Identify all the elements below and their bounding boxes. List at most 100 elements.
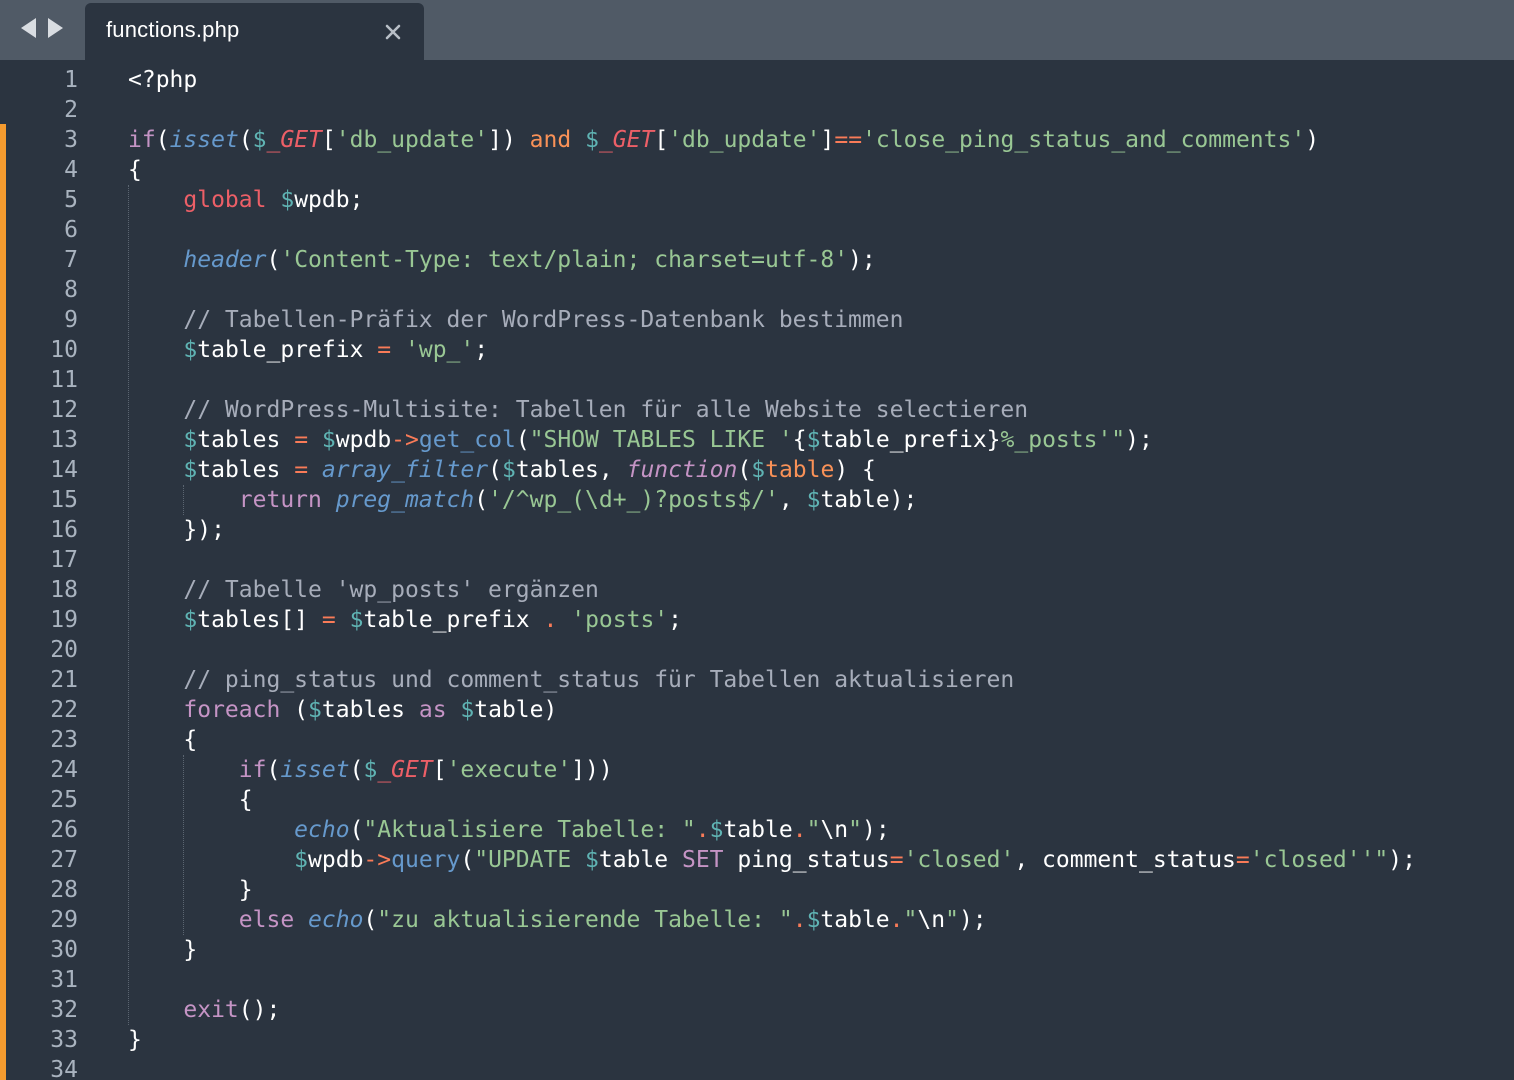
code-token: as [418,697,447,723]
code-token: header [183,247,267,273]
code-token: _GET [377,757,433,783]
code-line[interactable]: 19 $tables[] = $table_prefix . 'posts'; [0,605,1514,635]
code-token: table_prefix [363,607,530,633]
code-text: $tables = $wpdb->get_col("SHOW TABLES LI… [128,425,1152,455]
code-token: array_filter [321,457,489,483]
code-line[interactable]: 17 [0,545,1514,575]
code-line[interactable]: 7 header('Content-Type: text/plain; char… [0,245,1514,275]
code-line[interactable]: 8 [0,275,1514,305]
code-token: table [598,847,669,873]
code-line[interactable]: 6 [0,215,1514,245]
code-token: tables [197,427,281,453]
code-line[interactable]: 22 foreach ($tables as $table) [0,695,1514,725]
code-token: = [1235,847,1250,873]
code-line[interactable]: 3 if(isset($_GET['db_update']) and $_GET[… [0,125,1514,155]
code-line[interactable]: 14 $tables = array_filter($tables, funct… [0,455,1514,485]
code-token: // Tabelle 'wp_posts' ergänzen [183,577,599,603]
navigation-arrows [18,16,70,40]
code-line[interactable]: 24 if(isset($_GET['execute'])) [0,755,1514,785]
code-token: } [238,877,253,903]
code-token: [ [432,757,447,783]
code-line[interactable]: 31 [0,965,1514,995]
code-line[interactable]: 10 $table_prefix = 'wp_'; [0,335,1514,365]
code-text: exit(); [128,995,280,1025]
code-line[interactable]: 15 return preg_match('/^wp_(\d+_)?posts$… [0,485,1514,515]
code-token: table_prefix [820,427,987,453]
code-token: $ [183,427,198,453]
code-line[interactable]: 32 exit(); [0,995,1514,1025]
code-token: foreach [183,697,281,723]
code-line[interactable]: 13 $tables = $wpdb->get_col("SHOW TABLES… [0,425,1514,455]
code-line[interactable]: 2 [0,95,1514,125]
code-line[interactable]: 34 [0,1055,1514,1080]
code-token: ) [1305,127,1320,153]
code-line[interactable]: 29 else echo("zu aktualisierende Tabelle… [0,905,1514,935]
code-token: 'db_update' [668,127,821,153]
code-text: foreach ($tables as $table) [128,695,557,725]
close-icon[interactable] [382,21,404,43]
code-token: -> [391,427,419,453]
tab-functions-php[interactable]: functions.php [85,3,424,60]
code-line[interactable]: 30 } [0,935,1514,965]
code-token: wpdb [308,847,364,873]
code-token: ] [820,127,835,153]
code-token: -> [363,847,392,873]
line-number: 9 [64,307,78,333]
code-token: ) { [834,457,876,483]
code-text: } [128,875,253,905]
code-line[interactable]: 33} [0,1025,1514,1055]
line-number: 13 [50,427,78,453]
code-token: = [294,427,309,453]
code-line[interactable]: 4{ [0,155,1514,185]
code-line[interactable]: 20 [0,635,1514,665]
code-line[interactable]: 12 // WordPress-Multisite: Tabellen für … [0,395,1514,425]
line-number: 31 [50,967,78,993]
code-token: SET [668,847,738,873]
triangle-left-icon[interactable] [18,16,40,40]
code-token: . [695,817,710,843]
line-number: 2 [64,97,78,123]
code-token: tables [321,697,405,723]
line-number: 25 [50,787,78,813]
code-token: } [128,1027,142,1053]
code-token: ; [474,337,489,363]
code-line[interactable]: 27 $wpdb->query("UPDATE $table SET ping_… [0,845,1514,875]
code-text: else echo("zu aktualisierende Tabelle: "… [128,905,987,935]
code-token: ( [238,127,253,153]
code-token: { [183,727,198,753]
code-token: tables[] [197,607,309,633]
code-line[interactable]: 16 }); [0,515,1514,545]
line-number: 11 [50,367,78,393]
code-line[interactable]: 23 { [0,725,1514,755]
code-text: } [128,1025,142,1055]
code-editor[interactable]: 1 <?php 2 3 if(isset($_GET['db_update']) and… [0,60,1514,1080]
code-line[interactable]: 18 // Tabelle 'wp_posts' ergänzen [0,575,1514,605]
code-token: , [778,487,807,513]
code-text: } [128,935,197,965]
code-token: $ [806,907,821,933]
code-token: query [391,847,461,873]
line-number: 30 [50,937,78,963]
line-number: 33 [50,1027,78,1053]
code-token: // Tabellen-Präfix der WordPress-Datenba… [183,307,904,333]
code-line[interactable]: 25 { [0,785,1514,815]
code-line[interactable]: 28 } [0,875,1514,905]
code-line[interactable]: 1 <?php [0,65,1514,95]
code-line[interactable]: 11 [0,365,1514,395]
code-line[interactable]: 26 echo("Aktualisiere Tabelle: ".$table.… [0,815,1514,845]
code-line[interactable]: 21 // ping_status und comment_status für… [0,665,1514,695]
code-line[interactable]: 9 // Tabellen-Präfix der WordPress-Daten… [0,305,1514,335]
code-token: ( [363,907,378,933]
code-token: ping_status [737,847,890,873]
code-token: $ [308,697,322,723]
code-token: $ [501,457,516,483]
code-line[interactable]: 5 global $wpdb; [0,185,1514,215]
triangle-right-icon[interactable] [44,16,66,40]
code-token: wpdb; [294,187,364,213]
line-number: 5 [64,187,78,213]
